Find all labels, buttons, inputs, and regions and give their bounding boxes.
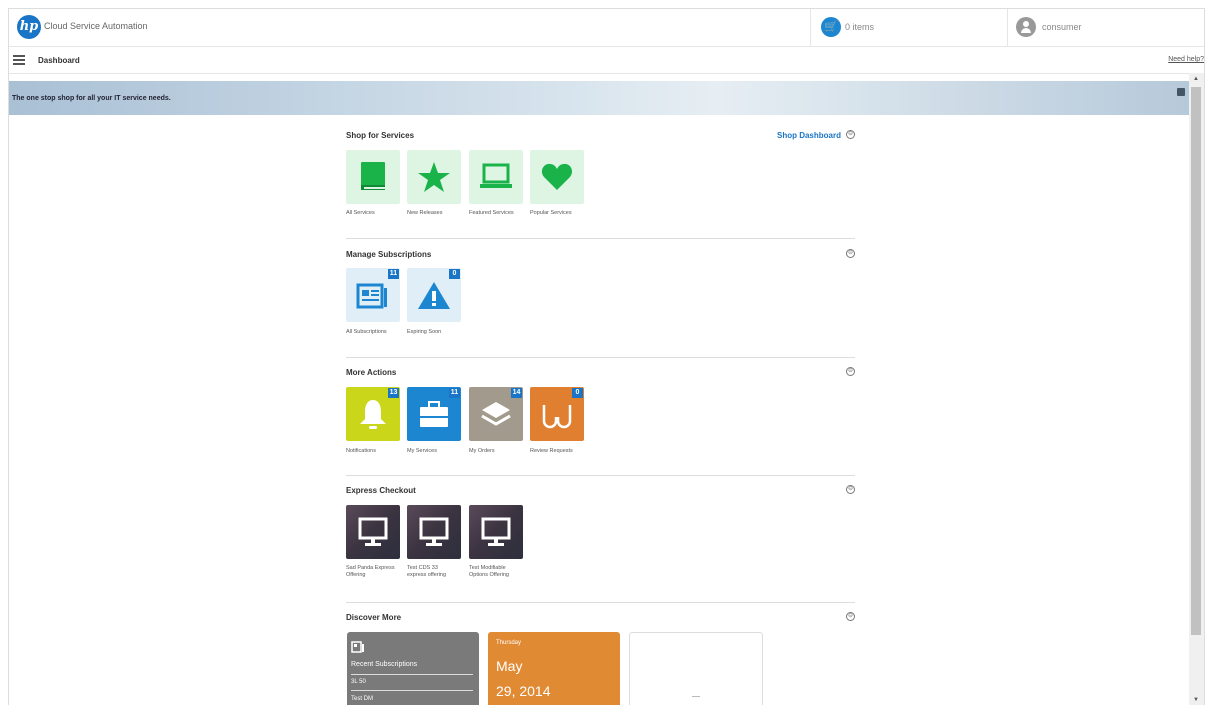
tile-label-line: Test CDS 33 [407, 565, 438, 571]
collapse-icon[interactable]: ⊖ [846, 367, 855, 376]
divider [351, 674, 473, 675]
count-badge: 14 [511, 388, 522, 398]
user-menu[interactable]: consumer [1007, 9, 1204, 46]
section-title: More Actions [346, 368, 397, 377]
popular-services-tile[interactable] [530, 150, 584, 204]
app-title: Cloud Service Automation [44, 21, 148, 31]
shop-dashboard-link[interactable]: Shop Dashboard [777, 131, 841, 140]
expand-icon[interactable] [1177, 88, 1185, 96]
user-avatar-icon [1016, 17, 1036, 37]
review-requests-tile[interactable]: 0 [530, 387, 584, 441]
section-title: Discover More [346, 613, 402, 622]
tile-label: Test Modifiable Options Offering [469, 565, 529, 579]
divider [351, 690, 473, 691]
express-offering-tile[interactable] [407, 505, 461, 559]
collapse-icon[interactable]: ⊖ [846, 485, 855, 494]
section-title: Shop for Services [346, 131, 415, 140]
tile-label-line: Sad Panda Express [346, 565, 395, 571]
tile-label: Notifications [346, 448, 376, 454]
user-name: consumer [1042, 22, 1082, 32]
new-releases-tile[interactable] [407, 150, 461, 204]
calendar-month: May [496, 658, 523, 674]
tile-label: Test CDS 33 express offering [407, 565, 467, 579]
calendar-day: Thursday [496, 640, 522, 646]
calendar-card: Thursday May 29, 2014 [488, 632, 620, 705]
tile-label-line: Offering [346, 572, 366, 578]
scrollbar-thumb[interactable] [1191, 87, 1201, 635]
all-subscriptions-tile[interactable]: 11 [346, 268, 400, 322]
tile-label: All Services [346, 210, 375, 216]
tile-label: Review Requests [530, 448, 573, 454]
recent-subscriptions-card[interactable]: Recent Subscriptions 3L 50 Test DM [347, 632, 479, 705]
collapse-icon[interactable]: ⊖ [846, 249, 855, 258]
banner: The one stop shop for all your IT servic… [9, 81, 1189, 115]
count-badge: 0 [449, 269, 460, 279]
divider [346, 357, 855, 358]
breadcrumb: Dashboard [38, 56, 80, 65]
card-title: Recent Subscriptions [351, 661, 418, 668]
tile-label: All Subscriptions [346, 329, 387, 335]
express-offering-tile[interactable] [346, 505, 400, 559]
all-services-tile[interactable] [346, 150, 400, 204]
help-link[interactable]: Need help? [1168, 56, 1204, 63]
list-item[interactable]: 3L 50 [351, 679, 366, 685]
divider [346, 602, 855, 603]
tile-label: Expiring Soon [407, 329, 442, 335]
divider [346, 238, 855, 239]
count-badge: 11 [388, 269, 399, 279]
top-bar: hp Cloud Service Automation 🛒 0 items co… [9, 9, 1204, 47]
tile-label: Popular Services [530, 210, 572, 216]
count-badge: 0 [572, 388, 583, 398]
cart-count: 0 items [845, 22, 875, 32]
monitor-icon [419, 517, 449, 546]
scrollbar[interactable]: ▲ ▼ [1189, 73, 1204, 705]
laptop-icon [480, 163, 512, 188]
monitor-icon [358, 517, 388, 546]
newspaper-icon [351, 641, 364, 653]
banner-text: The one stop shop for all your IT servic… [12, 95, 171, 102]
collapse-icon[interactable]: ⊖ [846, 612, 855, 621]
featured-services-tile[interactable] [469, 150, 523, 204]
calendar-date: 29, 2014 [496, 683, 551, 699]
tile-label: My Services [407, 448, 437, 454]
section-title: Express Checkout [346, 486, 416, 495]
section-title: Manage Subscriptions [346, 250, 432, 259]
expiring-soon-tile[interactable]: 0 [407, 268, 461, 322]
tile-label: Featured Services [469, 210, 514, 216]
star-icon [418, 162, 450, 192]
collapse-icon[interactable]: ⊖ [846, 130, 855, 139]
tile-label-line: Test Modifiable [469, 565, 506, 571]
cart-button[interactable]: 🛒 0 items [810, 9, 1009, 46]
tile-label: My Orders [469, 448, 495, 454]
express-offering-tile[interactable] [469, 505, 523, 559]
scroll-up-arrow-icon[interactable]: ▲ [1193, 76, 1199, 82]
cart-icon: 🛒 [821, 17, 841, 37]
tile-label: New Releases [407, 210, 443, 216]
tile-label-line: express offering [407, 572, 447, 578]
tile-label-line: Options Offering [469, 572, 509, 578]
list-item[interactable]: Test DM [351, 696, 373, 702]
count-badge: 13 [388, 388, 399, 398]
my-orders-tile[interactable]: 14 [469, 387, 523, 441]
heart-icon [541, 163, 573, 190]
scroll-down-arrow-icon[interactable]: ▼ [1193, 697, 1199, 703]
tile-label: Sad Panda Express Offering [346, 565, 406, 579]
hp-logo[interactable]: hp [17, 15, 41, 39]
nav-bar: Dashboard Need help? [9, 47, 1204, 74]
app-window: hp Cloud Service Automation 🛒 0 items co… [8, 8, 1205, 705]
divider [346, 475, 855, 476]
menu-icon[interactable] [13, 55, 25, 65]
count-badge: 11 [449, 388, 460, 398]
discover-card[interactable] [629, 632, 763, 705]
notifications-tile[interactable]: 13 [346, 387, 400, 441]
book-icon [361, 162, 385, 190]
monitor-icon [481, 517, 511, 546]
my-services-tile[interactable]: 11 [407, 387, 461, 441]
loading-indicator [692, 696, 700, 697]
